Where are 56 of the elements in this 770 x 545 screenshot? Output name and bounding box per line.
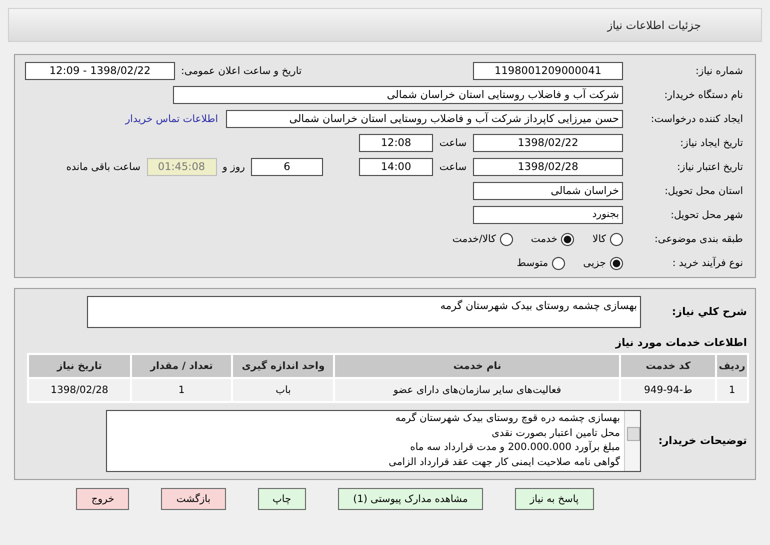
date-field: 1398/02/28 — [473, 158, 623, 176]
field-label: تاریخ ایجاد نیاز: — [679, 138, 743, 148]
action-button[interactable]: بازگشت — [161, 488, 226, 510]
table-cell: ط-94-949 — [621, 379, 716, 401]
radio-option[interactable]: جزیی — [583, 256, 623, 270]
field-label: شهر محل تحویل: — [670, 210, 743, 220]
field-label: نام دستگاه خریدار: — [663, 90, 743, 100]
radio-option[interactable]: کالا/خدمت — [452, 232, 513, 246]
column-header: واحد اندازه گیری — [233, 355, 334, 377]
requester-field: حسن میرزایی کاپرداز شرکت آب و فاضلاب روستایی استان خراسان شمالی — [226, 110, 623, 128]
field-label: نوع فرآیند خرید : — [671, 258, 743, 268]
table-cell: فعالیت‌های سایر سازمان‌های دارای عضو — [335, 379, 620, 401]
column-header: تعداد / مقدار — [132, 355, 232, 377]
field-label: شرح کلي نياز: — [670, 306, 747, 318]
field-label: تاریخ و ساعت اعلان عمومی: — [181, 66, 302, 76]
page-title: جزئیات اطلاعات نیاز — [607, 18, 701, 32]
time-field: 14:00 — [359, 158, 433, 176]
action-button[interactable]: چاپ — [258, 488, 306, 510]
remaining-time-field: 01:45:08 — [146, 158, 216, 176]
scrollbar[interactable] — [624, 411, 640, 471]
summary-field: بهسازی چشمه روستای بیدک شهرستان گرمه — [87, 296, 641, 328]
radio-option[interactable]: خدمت — [530, 232, 574, 246]
radio-option[interactable]: متوسط — [516, 256, 566, 270]
section-title: اطلاعات خدمات مورد نیاز — [614, 337, 747, 349]
field-label: تاریخ اعتبار نیاز: — [676, 162, 743, 172]
field-label: شماره نیاز: — [694, 66, 743, 76]
field-label: روز و — [222, 162, 245, 172]
announce-date-field: 1398/02/22 - 12:09 — [25, 62, 175, 80]
field-label: ساعت باقی مانده — [66, 162, 140, 172]
column-header: نام خدمت — [335, 355, 620, 377]
action-button[interactable]: خروج — [76, 488, 130, 510]
table-cell: باب — [233, 379, 334, 401]
buyer-org-field: شرکت آب و فاضلاب روستایی استان خراسان شمالی — [173, 86, 623, 104]
table-cell: 1 — [132, 379, 232, 401]
field-label: توضیحات خریدار: — [657, 435, 747, 447]
action-button[interactable]: پاسخ به نیاز — [514, 488, 594, 510]
field-label: استان محل تحویل: — [664, 186, 743, 196]
column-header: ردیف — [717, 355, 747, 377]
date-field: 1398/02/22 — [473, 134, 623, 152]
time-field: 12:08 — [359, 134, 433, 152]
column-header: کد خدمت — [621, 355, 716, 377]
column-header: تاریخ نیاز — [29, 355, 130, 377]
contact-link[interactable]: اطلاعات تماس خریدار — [125, 114, 218, 124]
field-label: ایجاد کننده درخواست: — [650, 114, 743, 124]
notes-field[interactable]: بهسازی چشمه دره قوچ روستای بیدک شهرستان گرمه محل تامین اعتبار بصورت نقدی مبلغ برآورد 200.000.000 و مدت قرارداد سه ماه گواهی نامه صلاحیت ایمنی کار جهت عقد قرارداد الزامی — [106, 410, 641, 472]
days-field: 6 — [251, 158, 323, 176]
field-label: ساعت — [438, 162, 468, 172]
province-field: خراسان شمالی — [473, 182, 623, 200]
table-cell: 1 — [717, 379, 747, 401]
need-number-field: 1198001209000041 — [473, 62, 623, 80]
radio-option[interactable]: کالا — [592, 232, 623, 246]
field-label: طبقه بندی موضوعی: — [654, 234, 743, 244]
city-field: بجنورد — [473, 206, 623, 224]
table-cell: 1398/02/28 — [29, 379, 130, 401]
field-label: ساعت — [438, 138, 468, 148]
action-button[interactable]: مشاهده مدارک پیوستی (1) — [338, 488, 483, 510]
